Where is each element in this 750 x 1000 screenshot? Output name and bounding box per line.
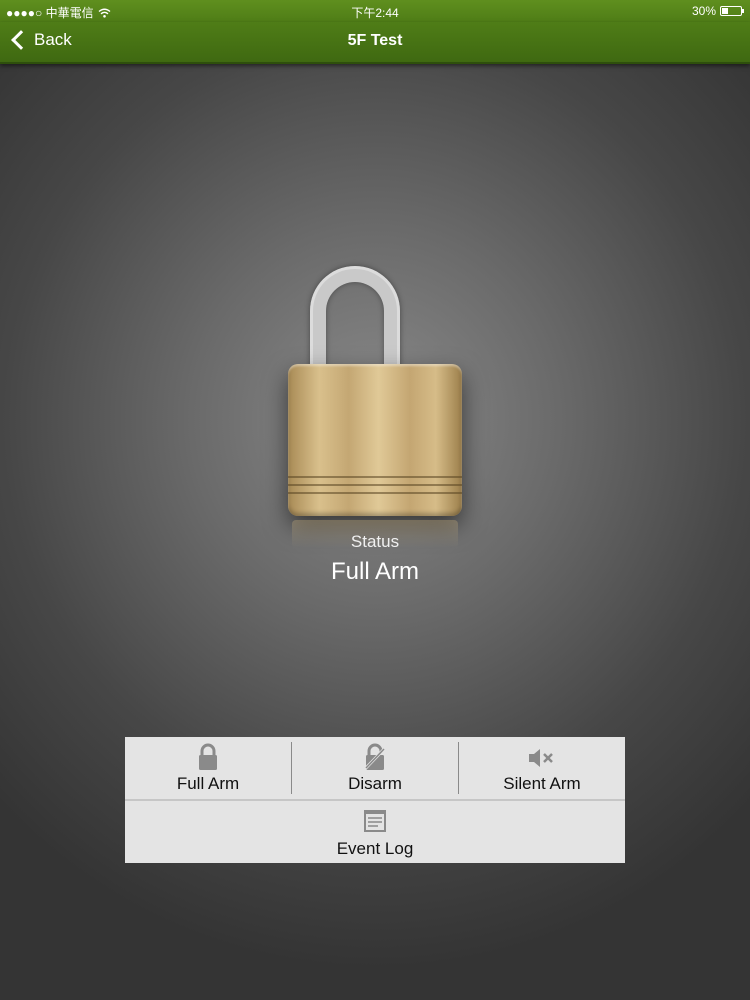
padlock-icon	[270, 258, 480, 558]
status-label: Status	[350, 532, 400, 551]
unlocked-slash-icon	[363, 743, 387, 771]
mute-speaker-icon	[529, 749, 553, 767]
silent-arm-button[interactable]: Silent Arm	[459, 737, 625, 799]
lock-icon	[199, 743, 217, 770]
disarm-button[interactable]: Disarm	[292, 737, 458, 799]
action-row: Full Arm Disarm Silent Arm	[125, 737, 625, 799]
battery-percent: 30%	[691, 4, 716, 18]
battery-icon	[720, 6, 744, 16]
status-bar: ●●●●○ 中華電信 下午2:44 30%	[0, 0, 750, 22]
silent-arm-label: Silent Arm	[503, 774, 581, 793]
full-arm-label: Full Arm	[176, 774, 240, 793]
status-value: Full Arm	[330, 558, 419, 585]
padlock-body	[288, 364, 462, 516]
event-log-label: Event Log	[336, 839, 414, 858]
nav-bar: Back 5F Test	[0, 22, 750, 64]
action-panel: Full Arm Disarm Silent Arm Event Log	[125, 737, 625, 863]
event-log-button[interactable]: Event Log	[125, 801, 625, 863]
clock: 下午2:44	[351, 6, 399, 20]
document-list-icon	[364, 810, 386, 832]
page-title: 5F Test	[347, 32, 403, 49]
status-right: 30%	[691, 4, 744, 18]
full-arm-button[interactable]: Full Arm	[125, 737, 291, 799]
disarm-label: Disarm	[348, 774, 402, 793]
